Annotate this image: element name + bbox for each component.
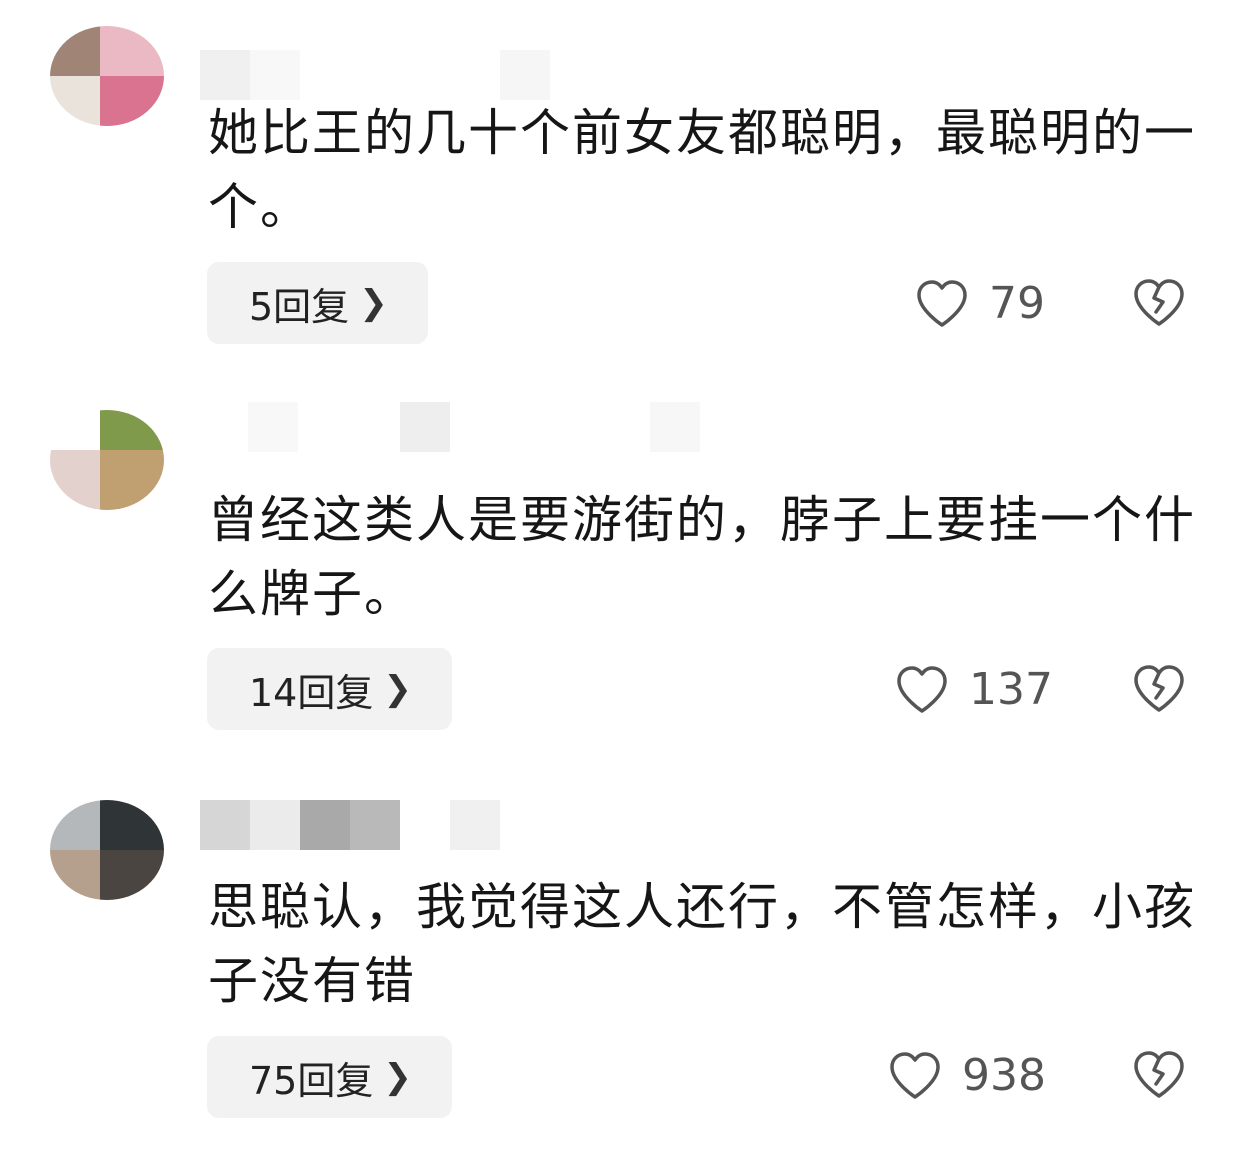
chevron-right-icon: ❯ bbox=[383, 669, 412, 709]
username-blurred[interactable] bbox=[200, 800, 510, 850]
comment-item: 思聪认，我觉得这人还行，不管怎样，小孩子没有错 75回复 ❯ 938 bbox=[0, 0, 1260, 1118]
chevron-right-icon: ❯ bbox=[383, 1057, 412, 1097]
dislike-button[interactable] bbox=[1132, 664, 1186, 718]
broken-heart-icon bbox=[1134, 665, 1184, 712]
avatar[interactable] bbox=[50, 410, 164, 510]
view-replies-button[interactable]: 14回复 ❯ bbox=[207, 648, 452, 730]
comment-text: 曾经这类人是要游街的，脖子上要挂一个什么牌子。 bbox=[208, 491, 1196, 623]
view-replies-button[interactable]: 75回复 ❯ bbox=[207, 1036, 452, 1118]
reply-count-label: 75回复 bbox=[249, 1058, 374, 1103]
like-button[interactable]: 137 bbox=[895, 664, 1053, 715]
comment-text: 思聪认，我觉得这人还行，不管怎样，小孩子没有错 bbox=[208, 878, 1196, 1010]
like-count: 938 bbox=[962, 1050, 1046, 1101]
heart-icon bbox=[890, 1051, 940, 1099]
username-blurred[interactable] bbox=[248, 402, 708, 452]
avatar[interactable] bbox=[50, 800, 164, 900]
dislike-button[interactable] bbox=[1132, 1050, 1186, 1104]
broken-heart-icon bbox=[1134, 1051, 1184, 1098]
reply-count-label: 14回复 bbox=[249, 670, 374, 715]
like-button[interactable]: 938 bbox=[888, 1050, 1046, 1101]
heart-icon bbox=[897, 665, 947, 713]
like-count: 137 bbox=[969, 664, 1053, 715]
